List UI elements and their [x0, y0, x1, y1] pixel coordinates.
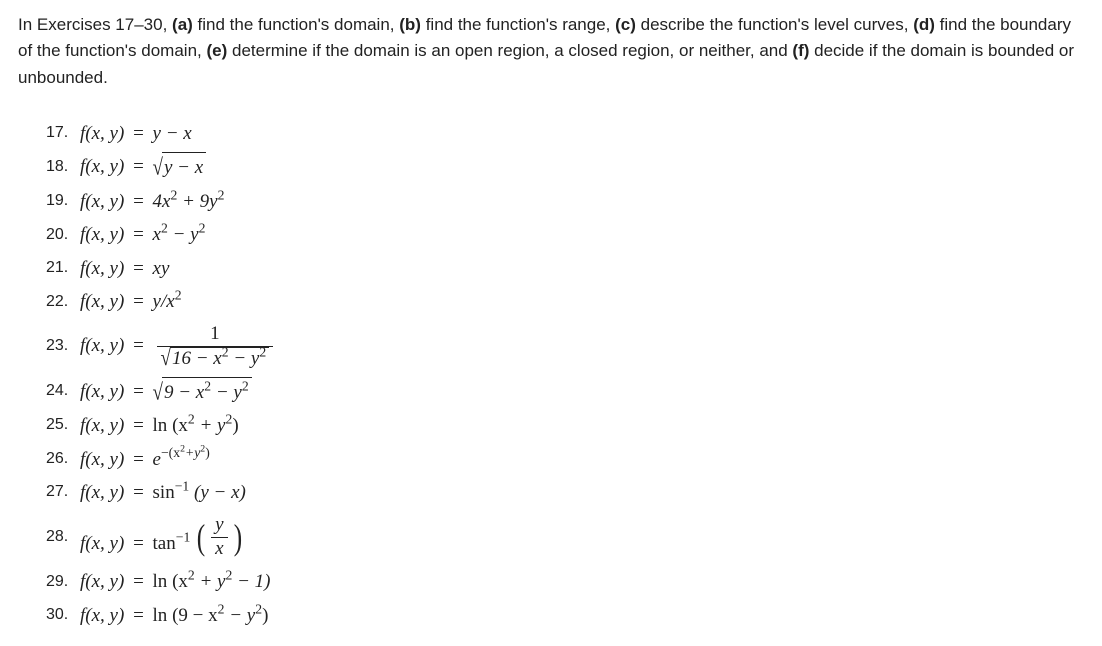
exercise-30: 30. f(x, y) = ln (9 − x2 − y2) [46, 601, 1084, 630]
exercise-formula: f(x, y) = e−(x2+y2) [80, 445, 210, 474]
exercise-29: 29. f(x, y) = ln (x2 + y2 − 1) [46, 567, 1084, 596]
exercise-27: 27. f(x, y) = sin−1 (y − x) [46, 478, 1084, 507]
part-e-label: (e) [206, 41, 227, 60]
exercise-number: 28. [46, 525, 80, 550]
instructions-prefix: In Exercises 17–30, [18, 15, 172, 34]
exercise-20: 20. f(x, y) = x2 − y2 [46, 220, 1084, 249]
exercise-formula: f(x, y) = √9 − x2 − y2 [80, 377, 252, 407]
exercise-number: 30. [46, 603, 80, 628]
exercise-21: 21. f(x, y) = xy [46, 254, 1084, 283]
exercise-28: 28. f(x, y) = tan−1 (yx) [46, 511, 1084, 563]
exercise-formula: f(x, y) = 1√16 − x2 − y2 [80, 321, 277, 373]
exercise-17: 17. f(x, y) = y − x [46, 119, 1084, 148]
exercise-number: 17. [46, 121, 80, 146]
part-a-label: (a) [172, 15, 193, 34]
exercise-formula: f(x, y) = √y − x [80, 152, 206, 182]
part-b-label: (b) [399, 15, 421, 34]
part-f-label: (f) [792, 41, 809, 60]
part-b-text: find the function's range, [421, 15, 615, 34]
part-e-text: determine if the domain is an open regio… [227, 41, 792, 60]
exercise-number: 25. [46, 413, 80, 438]
exercise-formula: f(x, y) = y/x2 [80, 287, 182, 316]
exercise-number: 23. [46, 334, 80, 359]
exercise-22: 22. f(x, y) = y/x2 [46, 287, 1084, 316]
exercise-24: 24. f(x, y) = √9 − x2 − y2 [46, 377, 1084, 407]
exercise-formula: f(x, y) = ln (9 − x2 − y2) [80, 601, 268, 630]
exercise-formula: f(x, y) = xy [80, 254, 169, 283]
exercise-formula: f(x, y) = x2 − y2 [80, 220, 205, 249]
exercise-number: 29. [46, 570, 80, 595]
exercise-formula: f(x, y) = tan−1 (yx) [80, 512, 244, 563]
exercise-number: 24. [46, 379, 80, 404]
exercise-formula: f(x, y) = y − x [80, 119, 192, 148]
exercise-number: 20. [46, 223, 80, 248]
exercise-formula: f(x, y) = 4x2 + 9y2 [80, 187, 224, 216]
exercise-formula: f(x, y) = ln (x2 + y2 − 1) [80, 567, 271, 596]
part-a-text: find the function's domain, [193, 15, 399, 34]
exercise-number: 19. [46, 189, 80, 214]
exercise-26: 26. f(x, y) = e−(x2+y2) [46, 445, 1084, 474]
exercise-formula: f(x, y) = ln (x2 + y2) [80, 411, 239, 440]
part-d-label: (d) [913, 15, 935, 34]
exercise-instructions: In Exercises 17–30, (a) find the functio… [18, 12, 1078, 91]
exercise-23: 23. f(x, y) = 1√16 − x2 − y2 [46, 321, 1084, 373]
exercise-25: 25. f(x, y) = ln (x2 + y2) [46, 411, 1084, 440]
exercise-formula: f(x, y) = sin−1 (y − x) [80, 478, 246, 507]
exercise-19: 19. f(x, y) = 4x2 + 9y2 [46, 187, 1084, 216]
part-c-label: (c) [615, 15, 636, 34]
exercise-number: 21. [46, 256, 80, 281]
exercise-number: 26. [46, 447, 80, 472]
exercise-list: 17. f(x, y) = y − x 18. f(x, y) = √y − x… [46, 119, 1084, 630]
exercise-number: 18. [46, 155, 80, 180]
exercise-18: 18. f(x, y) = √y − x [46, 152, 1084, 182]
exercise-number: 27. [46, 480, 80, 505]
exercise-number: 22. [46, 290, 80, 315]
part-c-text: describe the function's level curves, [636, 15, 913, 34]
